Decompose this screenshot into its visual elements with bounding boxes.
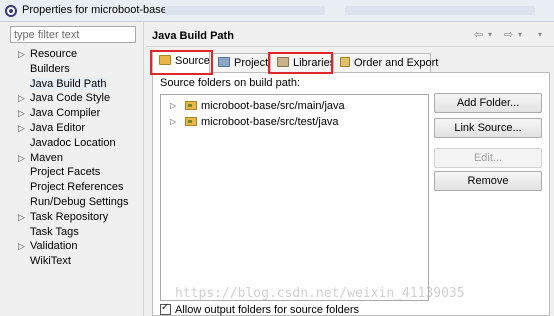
remove-button[interactable]: Remove (434, 171, 542, 191)
forward-menu-icon[interactable]: ▾ (518, 30, 522, 39)
tab-label: Source (175, 55, 210, 67)
tree-item-java-editor[interactable]: ▷ Java Editor (10, 121, 138, 136)
filter-input[interactable] (10, 26, 136, 43)
package-folder-icon (185, 101, 197, 110)
tree-item-label: Maven (30, 151, 64, 164)
tree-item-java-code-style[interactable]: ▷ Java Code Style (10, 91, 138, 106)
edit-button[interactable]: Edit... (434, 148, 542, 168)
link-source-button[interactable]: Link Source... (434, 118, 542, 138)
header-separator (146, 46, 554, 47)
tree-item-label: Java Code Style (30, 92, 111, 105)
page-title: Java Build Path (152, 30, 234, 42)
window-title: Properties for microboot-base (22, 4, 167, 16)
back-arrow-icon[interactable]: ⇦ (474, 28, 483, 41)
allow-output-folders-checkbox[interactable] (160, 302, 171, 315)
tree-item-label: Java Editor (30, 121, 86, 134)
tree-item-label: Resource (30, 48, 78, 60)
tree-item-run-debug-settings[interactable]: Run/Debug Settings (10, 195, 138, 210)
tree-item-label: Validation (30, 240, 78, 253)
allow-output-folders-option[interactable]: Allow output folders for source folders (160, 302, 360, 316)
expand-arrow-icon[interactable]: ▷ (18, 91, 26, 106)
titlebar-obscured-region (345, 6, 535, 15)
add-folder-button[interactable]: Add Folder... (434, 93, 542, 113)
list-item[interactable]: ▷ microboot-base/src/main/java (165, 98, 345, 114)
tree-item-task-tags[interactable]: Task Tags (10, 225, 138, 240)
tree-item-label: Java Compiler (30, 107, 101, 120)
package-folder-icon (185, 117, 197, 126)
source-folders-label: Source folders on build path: (160, 77, 301, 89)
sash-divider[interactable] (143, 22, 144, 316)
source-folder-icon (159, 55, 171, 65)
expand-arrow-icon[interactable]: ▷ (170, 98, 176, 114)
tree-item-label: Task Tags (30, 225, 79, 238)
tree-item-label: Builders (30, 62, 70, 75)
window-titlebar: Properties for microboot-base (0, 0, 554, 22)
tree-item-label: Project Facets (30, 166, 101, 179)
view-menu-icon[interactable]: ▾ (538, 30, 542, 39)
tree-item-builders[interactable]: Builders (10, 62, 138, 77)
tab-source[interactable]: Source (152, 51, 210, 73)
expand-arrow-icon[interactable]: ▷ (18, 121, 26, 136)
tab-projects[interactable]: Projects (211, 53, 274, 73)
source-folders-list[interactable]: ▷ microboot-base/src/main/java ▷ microbo… (160, 94, 429, 301)
expand-arrow-icon[interactable]: ▷ (18, 106, 26, 121)
projects-icon (218, 57, 230, 67)
list-item[interactable]: ▷ microboot-base/src/test/java (165, 114, 339, 130)
tab-label: Projects (234, 57, 274, 69)
tree-item-wikitext[interactable]: WikiText (10, 254, 138, 269)
titlebar-obscured-region (165, 6, 325, 15)
back-menu-icon[interactable]: ▾ (488, 30, 492, 39)
tree-item-label: Task Repository (30, 210, 109, 223)
tab-order-and-export[interactable]: Order and Export (333, 53, 438, 73)
allow-output-folders-label: Allow output folders for source folders (175, 304, 360, 316)
tree-item-maven[interactable]: ▷ Maven (10, 151, 138, 166)
tree-item-project-references[interactable]: Project References (10, 180, 138, 195)
tree-item-resource[interactable]: ▷ Resource (10, 47, 138, 62)
expand-arrow-icon[interactable]: ▷ (170, 114, 176, 130)
tab-label: Libraries (293, 57, 336, 69)
tree-item-label: WikiText (30, 255, 71, 268)
tab-label: Order and Export (354, 57, 439, 69)
forward-arrow-icon[interactable]: ⇨ (504, 28, 513, 41)
tree-item-javadoc-location[interactable]: Javadoc Location (10, 136, 138, 151)
tree-item-label: Run/Debug Settings (30, 195, 129, 208)
expand-arrow-icon[interactable]: ▷ (18, 210, 26, 225)
tree-item-validation[interactable]: ▷ Validation (10, 239, 138, 254)
eclipse-icon (5, 5, 17, 17)
tree-item-task-repository[interactable]: ▷ Task Repository (10, 210, 138, 225)
order-export-icon (340, 57, 350, 67)
expand-arrow-icon[interactable]: ▷ (18, 47, 26, 62)
tree-item-project-facets[interactable]: Project Facets (10, 165, 138, 180)
source-tab-panel: Source folders on build path: ▷ microboo… (152, 72, 550, 316)
page-navigation: ⇦ ▾ ⇨ ▾ ▾ (474, 28, 550, 42)
tree-item-java-compiler[interactable]: ▷ Java Compiler (10, 106, 138, 121)
tree-item-label: Java Build Path (30, 77, 107, 90)
property-page-tree: ▷ Resource Builders Java Build Path ▷ Ja… (10, 47, 138, 269)
expand-arrow-icon[interactable]: ▷ (18, 239, 26, 254)
tree-item-label: Project References (30, 181, 124, 194)
source-folder-label: microboot-base/src/main/java (201, 100, 345, 112)
tab-libraries[interactable]: Libraries (270, 53, 336, 73)
expand-arrow-icon[interactable]: ▷ (18, 151, 26, 166)
source-folder-label: microboot-base/src/test/java (201, 116, 339, 128)
libraries-icon (277, 57, 289, 67)
tree-item-label: Javadoc Location (30, 136, 116, 149)
tree-item-java-build-path[interactable]: Java Build Path (10, 77, 138, 92)
